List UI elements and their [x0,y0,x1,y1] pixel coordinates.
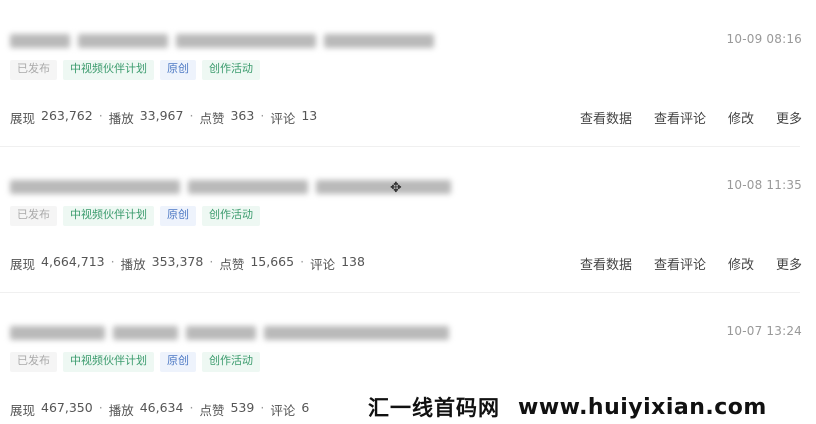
separator: · [260,400,265,415]
separator: · [300,254,305,269]
impressions-label: 展现 [10,111,36,126]
impressions-label: 展现 [10,257,36,272]
plays-label: 播放 [108,403,134,418]
post-stats: 展现 467,350 · 播放 46,634 · 点赞 539 · 评论 6 [10,400,309,419]
status-badge: 已发布 [10,352,57,372]
view-data-button[interactable]: 查看数据 [580,254,632,273]
status-badge: 已发布 [10,60,57,80]
more-button[interactable]: 更多 [776,108,802,127]
original-badge: 原创 [160,60,196,80]
post-stats: 展现 4,664,713 · 播放 353,378 · 点赞 15,665 · 评论 1… [10,254,365,273]
post-tags: 已发布 中视频伙伴计划 原创 创作活动 [10,206,260,226]
edit-button[interactable]: 修改 [728,254,754,273]
post-actions: 查看数据 查看评论 修改 更多 [580,108,802,127]
impressions-value: 467,350 [41,400,93,415]
activity-badge: 创作活动 [202,60,260,80]
post-tags: 已发布 中视频伙伴计划 原创 创作活动 [10,352,260,372]
plays-value: 46,634 [139,400,184,415]
likes-label: 点赞 [199,403,225,418]
post-title-blurred[interactable] [10,324,449,342]
view-comments-button[interactable]: 查看评论 [654,108,706,127]
partner-plan-badge: 中视频伙伴计划 [63,60,154,80]
post-actions: 查看数据 查看评论 修改 更多 [580,254,802,273]
post-title-blurred[interactable] [10,32,434,50]
partner-plan-badge: 中视频伙伴计划 [63,206,154,226]
original-badge: 原创 [160,206,196,226]
separator: · [189,108,194,123]
separator: · [98,108,103,123]
plays-value: 353,378 [151,254,204,269]
post-time: 10-07 13:24 [726,324,802,338]
post-time: 10-09 08:16 [726,32,802,46]
move-cursor-icon: ✥ [390,180,402,196]
view-data-button[interactable]: 查看数据 [580,108,632,127]
plays-label: 播放 [108,111,134,126]
separator: · [209,254,214,269]
post-title-blurred[interactable] [10,178,451,196]
separator: · [110,254,115,269]
impressions-value: 4,664,713 [41,254,105,269]
likes-value: 15,665 [250,254,295,269]
comments-value: 13 [301,108,318,123]
comments-label: 评论 [310,257,336,272]
comments-value: 138 [341,254,365,269]
separator: · [260,108,265,123]
partner-plan-badge: 中视频伙伴计划 [63,352,154,372]
post-stats: 展现 263,762 · 播放 33,967 · 点赞 363 · 评论 13 [10,108,317,127]
comments-label: 评论 [270,111,296,126]
impressions-value: 263,762 [41,108,93,123]
edit-button[interactable]: 修改 [728,108,754,127]
more-button[interactable]: 更多 [776,254,802,273]
watermark-url: www.huiyixian.com [518,394,767,420]
plays-value: 33,967 [139,108,184,123]
separator: · [189,400,194,415]
view-comments-button[interactable]: 查看评论 [654,254,706,273]
comments-label: 评论 [270,403,296,418]
impressions-label: 展现 [10,403,36,418]
likes-value: 539 [230,400,255,415]
status-badge: 已发布 [10,206,57,226]
post-time: 10-08 11:35 [726,178,802,192]
plays-label: 播放 [120,257,146,272]
likes-label: 点赞 [199,111,225,126]
separator: · [98,400,103,415]
post-tags: 已发布 中视频伙伴计划 原创 创作活动 [10,60,260,80]
activity-badge: 创作活动 [202,352,260,372]
post-item: 10-09 08:16 已发布 中视频伙伴计划 原创 创作活动 展现 263,76… [0,0,816,147]
watermark: 汇一线首码网 www.huiyixian.com [368,392,767,422]
likes-value: 363 [230,108,255,123]
post-item: 10-08 11:35 已发布 中视频伙伴计划 原创 创作活动 展现 4,664,… [0,146,816,293]
watermark-name: 汇一线首码网 [368,396,500,420]
original-badge: 原创 [160,352,196,372]
likes-label: 点赞 [219,257,245,272]
activity-badge: 创作活动 [202,206,260,226]
comments-value: 6 [301,400,310,415]
